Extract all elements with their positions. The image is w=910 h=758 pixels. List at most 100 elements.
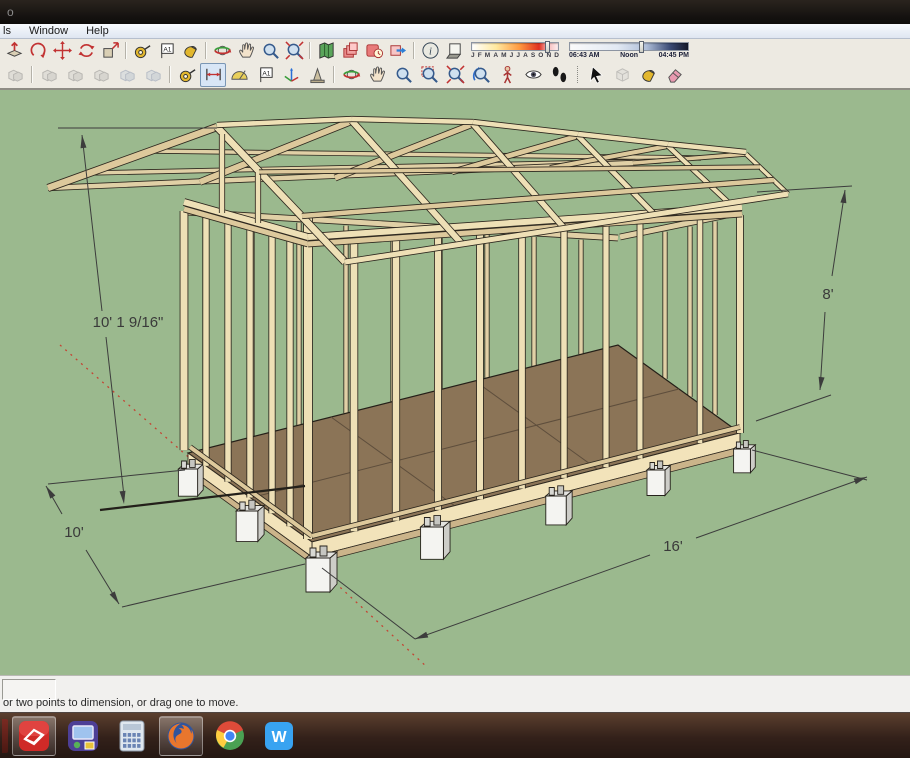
taskbar-firefox-icon[interactable]	[159, 715, 203, 756]
month-letter: M	[501, 51, 507, 59]
solid-subtract-icon[interactable]	[62, 63, 88, 87]
look-around-icon[interactable]	[520, 63, 546, 87]
toolbar-separator	[309, 41, 311, 59]
taskbar-sketchup-icon[interactable]	[12, 715, 56, 756]
time-end-label: 04:45 PM	[658, 51, 689, 59]
status-hint: or two points to dimension, or drag one …	[3, 697, 239, 709]
toolbar-separator	[333, 66, 335, 83]
model-viewport[interactable]: 10' 1 9/16" 8' 10' 16'	[0, 90, 910, 675]
menu-item-tools[interactable]: ls	[0, 25, 20, 37]
dimension-icon[interactable]	[200, 62, 226, 87]
walk-icon[interactable]	[546, 63, 572, 87]
taskbar-calculator-icon[interactable]	[110, 716, 154, 756]
text-icon[interactable]: A1	[154, 40, 178, 61]
protractor-icon[interactable]	[226, 63, 252, 87]
rotate-icon[interactable]	[74, 40, 98, 61]
menu-item-help[interactable]: Help	[77, 25, 118, 37]
orbit-icon[interactable]	[210, 40, 234, 61]
dim-label-width[interactable]: 10'	[64, 524, 84, 541]
zoom-icon[interactable]	[258, 40, 282, 61]
shadow-settings-icon[interactable]: i	[418, 40, 442, 61]
dim-label-length[interactable]: 16'	[663, 538, 683, 555]
eraser-icon[interactable]	[661, 63, 687, 87]
sketchup-window: o ls Window Help A1 i J F M A M J J A S O N D 06:43 AM…	[0, 0, 910, 758]
taskbar-games-explorer-icon[interactable]	[61, 716, 105, 756]
axes-icon[interactable]	[278, 63, 304, 87]
position-camera-icon[interactable]	[494, 63, 520, 87]
toolbar-separator	[577, 66, 578, 83]
month-letter: S	[530, 51, 536, 59]
push-pull-icon[interactable]	[2, 40, 26, 61]
pan-icon[interactable]	[234, 40, 258, 61]
share-model-icon[interactable]	[386, 40, 410, 61]
time-start-label: 06:43 AM	[569, 51, 600, 59]
month-letter: N	[546, 51, 552, 59]
svg-text:i: i	[429, 46, 432, 57]
month-letter: M	[484, 51, 491, 59]
zoom-extents-2-icon[interactable]	[442, 63, 468, 87]
tape-measure-2-icon[interactable]	[174, 63, 200, 87]
scale-icon[interactable]	[98, 40, 122, 61]
shadow-time-slider-handle[interactable]	[638, 40, 644, 53]
month-letter: O	[538, 51, 544, 59]
model-canvas[interactable]: 10' 1 9/16" 8' 10' 16'	[0, 90, 910, 675]
zoom-previous-icon[interactable]	[468, 63, 494, 87]
zoom-window-icon[interactable]	[416, 63, 442, 87]
taskbar-wps-writer-icon[interactable]: W	[257, 716, 301, 756]
month-letter: J	[509, 51, 514, 59]
solid-split-icon[interactable]	[140, 63, 166, 87]
month-letter: D	[554, 51, 559, 59]
paint-bucket-2-icon[interactable]	[635, 63, 661, 87]
menu-bar: ls Window Help	[0, 24, 910, 39]
photo-textures-icon[interactable]	[362, 40, 386, 61]
pan-2-icon[interactable]	[364, 63, 390, 87]
month-letter: F	[477, 51, 482, 59]
follow-me-icon[interactable]	[26, 40, 50, 61]
shadow-month-slider-labels: JFMAMJJASOND	[471, 52, 559, 59]
taskbar-chrome-icon[interactable]	[208, 716, 252, 756]
paint-bucket-icon[interactable]	[178, 40, 202, 61]
outer-shell-icon[interactable]	[2, 63, 28, 87]
svg-text:A1: A1	[163, 46, 171, 53]
solid-intersect-icon[interactable]	[114, 63, 140, 87]
title-bar: o	[0, 0, 910, 24]
toolbar-separator	[125, 41, 127, 59]
toolbar-row-1: A1 i J F M A M J J A S O N D 06:43 AM Noon 04:45 PM	[0, 39, 910, 61]
move-icon[interactable]	[50, 40, 74, 61]
dim-label-ridge-height[interactable]: 10' 1 9/16"	[93, 314, 164, 331]
make-component-icon[interactable]	[609, 63, 635, 87]
zoom-2-icon[interactable]	[390, 63, 416, 87]
taskbar-edge-icon[interactable]	[2, 718, 8, 753]
status-bar: or two points to dimension, or drag one …	[0, 675, 910, 712]
month-letter: J	[516, 51, 520, 59]
add-location-icon[interactable]	[314, 40, 338, 61]
shadow-time-slider-labels: 06:43 AM Noon 04:45 PM	[569, 52, 689, 59]
svg-text:W: W	[271, 729, 287, 746]
month-letter: J	[471, 51, 475, 59]
toggle-terrain-icon[interactable]	[338, 40, 362, 61]
solid-union-icon[interactable]	[36, 63, 62, 87]
shadow-month-slider-handle[interactable]	[544, 40, 550, 53]
orbit-2-icon[interactable]	[338, 63, 364, 87]
shadow-toggle-icon[interactable]	[442, 40, 466, 61]
shadow-time-slider[interactable]: 06:43 AM Noon 04:45 PM	[569, 40, 689, 59]
shadow-time-slider-track[interactable]	[569, 41, 689, 51]
tape-measure-icon[interactable]	[130, 40, 154, 61]
3d-text-icon[interactable]	[304, 63, 330, 87]
time-noon-label: Noon	[620, 51, 638, 59]
toolbar-separator	[31, 66, 33, 83]
toolbar-separator	[413, 41, 415, 59]
shadow-month-slider[interactable]: JFMAMJJASOND	[471, 40, 559, 59]
dim-label-wall-height[interactable]: 8'	[822, 286, 833, 303]
text-2-icon[interactable]: A1	[252, 63, 278, 87]
solid-trim-icon[interactable]	[88, 63, 114, 87]
windows-taskbar: W	[0, 712, 910, 758]
zoom-extents-icon[interactable]	[282, 40, 306, 61]
month-letter: A	[493, 51, 499, 59]
month-letter: A	[523, 51, 528, 59]
window-title-fragment: o	[7, 5, 14, 19]
toolbar-row-2: A1	[0, 61, 910, 90]
select-icon[interactable]	[583, 63, 609, 87]
menu-item-window[interactable]: Window	[20, 25, 77, 37]
toolbar-separator	[205, 41, 207, 59]
